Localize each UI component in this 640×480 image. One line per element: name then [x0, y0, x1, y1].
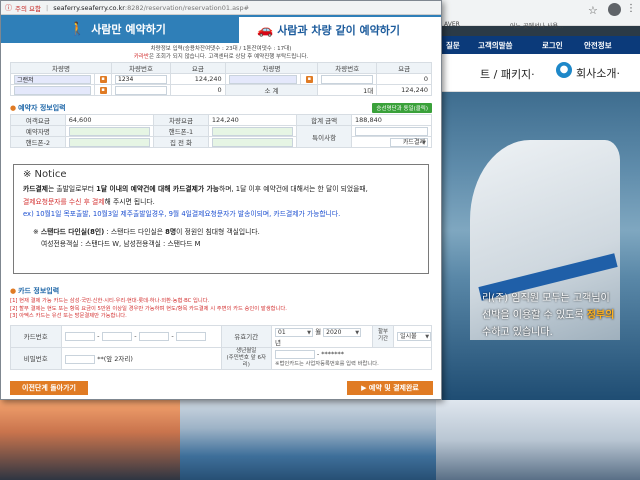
subtotal-count: 1대 — [317, 84, 378, 96]
expiry-month-select[interactable]: 01 ▼ — [275, 327, 314, 337]
vehicle-search-button-2[interactable]: ▪ — [305, 75, 313, 83]
payment-method-select[interactable]: 카드결제 ▼ — [390, 137, 428, 147]
installment-select[interactable]: 일시불 ▼ — [397, 331, 432, 341]
password-hint: **(앞 2자리) — [97, 354, 133, 363]
nav-login[interactable]: 로그인 — [542, 40, 563, 51]
popup-address-bar: ⓘ 주의 요함 | seaferry.seaferry.co.kr :8282/… — [1, 1, 441, 15]
vehicle-table: 차량명 차량번호 요금 차량명 차량번호 요금 ▪ 124,240 ▪ 0 ▪ — [9, 62, 432, 96]
menu-package[interactable]: 트 / 패키지· — [480, 66, 535, 82]
vehicle-number-3[interactable] — [115, 85, 167, 95]
total-fee-value: 188,840 — [350, 114, 433, 126]
subtotal-fee: 124,240 — [376, 84, 432, 96]
reservation-popup: ⓘ 주의 요함 | seaferry.seaferry.co.kr :8282/… — [0, 0, 442, 400]
hero-line-1: 리(주) 임직원 모두는 고객님이 — [482, 293, 610, 304]
nav-safety[interactable]: 안전정보 — [584, 40, 612, 51]
birth-mask: - ******* — [316, 349, 345, 358]
previous-step-button[interactable]: 이전단계 돌아가기 — [10, 381, 88, 395]
more-menu-icon[interactable]: ⋮ — [626, 3, 636, 14]
vehicle-fee-3: 0 — [169, 84, 226, 96]
birth-note: ※법인카드는 사업자등록번호를 입력 바랍니다. — [275, 360, 379, 367]
nav-faq[interactable]: 질문 — [446, 40, 460, 51]
vehicle-search-button-1[interactable]: ▪ — [99, 75, 107, 83]
notice-title: ※ Notice — [23, 169, 67, 180]
passenger-fee-value: 64,600 — [64, 114, 155, 126]
reserver-section-header: ● 예약자 정보입력 승선명단과 동일(클릭) — [10, 102, 432, 113]
notice-example: ex) 10월1일 목포출발, 10월3일 제주출발일경우, 9월 4일결제요청… — [23, 210, 341, 218]
expiry-year-select[interactable]: 2020 ▼ — [323, 327, 362, 337]
hero-text: 리(주) 임직원 모두는 고객님이 선박을 이용할 수 있도록 정부의 수하고 … — [482, 290, 640, 341]
card-number-2[interactable] — [101, 331, 133, 341]
reserver-name-input[interactable] — [68, 126, 151, 136]
notice-room-gender: 여성전용객실 : 스탠다드 W, 남성전용객실 : 스탠다드 M — [41, 240, 201, 248]
security-warning[interactable]: 주의 요함 — [15, 3, 41, 13]
url-path: :8282/reservation/reservation01.asp# — [124, 3, 250, 12]
card-number-3[interactable] — [138, 331, 170, 341]
chevron-down-icon: ▼ — [355, 329, 360, 336]
card-notes: [1] 현재 결제 가능 카드는 삼성·국민·신한·시티·우리·현대·롯데·하나… — [10, 298, 287, 320]
star-icon[interactable]: ☆ — [588, 4, 598, 17]
footer-images — [0, 400, 640, 480]
subtotal-label: 소 계 — [224, 84, 319, 96]
chevron-down-icon: ▼ — [307, 329, 312, 336]
reserver-section-title: 예약자 정보입력 — [18, 103, 66, 112]
reserver-table: 여객요금 64,600 차량요금 124,240 합계 금액 188,840 예… — [10, 114, 433, 148]
hero-line-3: 수하고 있습니다. — [482, 327, 553, 338]
bookmark-anywhere[interactable]: 어느 곳에서나 사용... — [510, 21, 564, 30]
account-icon[interactable] — [608, 3, 621, 16]
card-section-header: ● 카드 정보입력 — [10, 285, 432, 296]
vehicle-name-2[interactable] — [228, 74, 298, 84]
vehicle-fee-value: 124,240 — [207, 114, 298, 126]
bridge-image — [436, 400, 640, 480]
birth-date-input[interactable] — [275, 349, 315, 359]
chevron-down-icon: ▼ — [425, 333, 430, 340]
notice-room-info: ※ 스탠다드 다인실(8인) : 스탠다드 다인실은 8명이 정원인 침대형 객… — [33, 227, 260, 236]
hero-line-2: 선박을 이용할 수 있도록 정부의 — [482, 310, 615, 321]
vehicle-number-1[interactable] — [115, 74, 167, 84]
bookmark-naver[interactable]: AVER — [444, 21, 460, 28]
card-password-input[interactable] — [64, 354, 96, 364]
nav-customer-voice[interactable]: 고객의말씀 — [478, 40, 513, 51]
sunset-image — [0, 400, 180, 480]
home-phone-input[interactable] — [211, 137, 294, 147]
bullet-icon: ● — [10, 286, 17, 295]
vehicle-fee-2: 0 — [376, 73, 432, 85]
vehicle-number-2[interactable] — [321, 74, 374, 84]
remarks-input[interactable] — [354, 126, 428, 136]
same-as-passenger-button[interactable]: 승선명단과 동일(클릭) — [372, 102, 432, 113]
card-number-1[interactable] — [64, 331, 96, 341]
car-icon: 🚗 — [257, 22, 274, 38]
warning-icon: ⓘ — [5, 3, 12, 12]
reserve-and-pay-button[interactable]: ▶ 예약 및 결제완료 — [347, 381, 433, 395]
popup-action-bar: 이전단계 돌아가기 ▶ 예약 및 결제완료 — [10, 381, 433, 395]
card-section-title: 카드 정보입력 — [18, 286, 60, 295]
vehicle-info-text: 차량정보 입력(승용차잔여댓수 : 23대 / 1톤잔여댓수 : 17대) 카라… — [133, 46, 309, 60]
tab-passenger-only[interactable]: 🚶 사람만 예약하기 — [1, 15, 239, 43]
menu-company[interactable]: 회사소개· — [576, 65, 620, 81]
person-icon: ● — [556, 62, 572, 78]
card-table: 카드번호 - - - 유효기간 01 ▼ 월 2020 ▼ 년 할부 기간 일시불 ▼ — [10, 324, 432, 370]
bullet-icon: ● — [10, 103, 17, 112]
vehicle-name-1[interactable] — [14, 74, 92, 84]
notice-paragraph-1: 카드결제는 출발일로부터 1달 이내의 예약건에 대해 카드결제가 가능하며, … — [23, 185, 368, 193]
vehicle-fee-1: 124,240 — [169, 73, 226, 85]
url-host: seaferry.seaferry.co.kr — [53, 3, 125, 12]
walking-person-icon: 🚶 — [69, 21, 86, 37]
tab-passenger-with-vehicle[interactable]: 🚗 사람과 차량 같이 예약하기 — [239, 15, 441, 43]
phone2-input[interactable] — [68, 137, 151, 147]
reservation-type-tabs: 🚶 사람만 예약하기 🚗 사람과 차량 같이 예약하기 — [1, 15, 441, 43]
notice-paragraph-2: 결제요청문자를 수신 후 결제해 주시면 됩니다. — [23, 197, 155, 206]
hero-highlight: 정부의 — [586, 310, 615, 321]
notice-box: ※ Notice 카드결제는 출발일로부터 1달 이내의 예약건에 대해 카드결… — [13, 164, 429, 274]
phone1-input[interactable] — [211, 126, 294, 136]
vehicle-search-button-3[interactable]: ▪ — [99, 86, 107, 94]
card-number-4[interactable] — [175, 331, 207, 341]
chevron-down-icon: ▼ — [422, 139, 426, 146]
vehicle-name-3[interactable] — [14, 85, 92, 95]
